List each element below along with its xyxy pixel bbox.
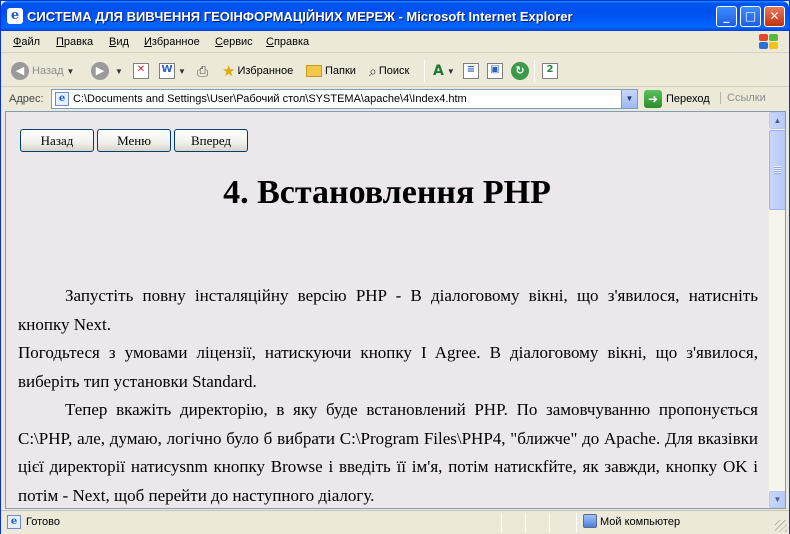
- paragraph: Запустіть повну інсталяційну версію PHP …: [18, 286, 758, 334]
- forward-button[interactable]: ▶ ▼: [91, 60, 123, 82]
- chevron-down-icon: ▼: [66, 66, 75, 76]
- search-icon: ⌕: [369, 62, 377, 79]
- page-menu-button[interactable]: Меню: [97, 129, 171, 152]
- ie-window: e СИСТЕМА ДЛЯ ВИВЧЕННЯ ГЕОІНФОРМАЦІЙНИХ …: [0, 0, 790, 534]
- search-button[interactable]: ⌕ Поиск: [369, 60, 409, 82]
- print-button[interactable]: ⎙: [197, 60, 208, 82]
- address-bar: Адрес: e C:\Documents and Settings\User\…: [1, 88, 789, 110]
- page-icon: e: [7, 515, 21, 529]
- folders-label: Папки: [325, 65, 356, 77]
- edit-page-button[interactable]: ≡: [463, 60, 479, 82]
- font-size-icon: A: [433, 63, 444, 79]
- page-icon: e: [55, 92, 69, 106]
- status-divider: [501, 513, 502, 532]
- window-icon: ▣: [487, 63, 503, 79]
- page-forward-button[interactable]: Вперед: [174, 129, 248, 152]
- go-label: Переход: [666, 93, 710, 105]
- forward-arrow-icon: ▶: [91, 62, 109, 80]
- my-computer-icon: [583, 514, 597, 528]
- close-button[interactable]: ✕: [764, 6, 785, 27]
- messenger-button[interactable]: 2: [542, 60, 558, 82]
- scroll-down-icon[interactable]: ▼: [769, 491, 785, 508]
- chevron-down-icon: ▼: [446, 66, 455, 76]
- messenger-icon: 2: [542, 63, 558, 79]
- ie-logo-icon: e: [7, 8, 23, 24]
- status-divider: [525, 513, 526, 532]
- status-divider: [576, 513, 577, 532]
- web-page: Назад Меню Вперед 4. Встановлення PHP За…: [6, 112, 768, 508]
- menu-help[interactable]: Справка: [266, 36, 309, 48]
- search-label: Поиск: [378, 65, 410, 77]
- paragraph: Тепер вкажіть директорію, в яку буде вст…: [18, 400, 758, 505]
- chevron-down-icon: ▼: [115, 66, 123, 76]
- folder-icon: [306, 65, 322, 77]
- folders-button[interactable]: Папки: [306, 60, 356, 82]
- page-title: 4. Встановлення PHP: [223, 174, 551, 211]
- windows-logo-icon: [755, 32, 781, 52]
- menu-bar: Файл Правка Вид Избранное Сервис Справка: [1, 31, 789, 53]
- back-arrow-icon: ◀: [11, 62, 29, 80]
- history-button[interactable]: ↻: [511, 60, 532, 82]
- stop-icon: ✕: [133, 63, 149, 79]
- page-back-button[interactable]: Назад: [20, 129, 94, 152]
- printer-icon: ⎙: [197, 62, 209, 79]
- encoding-button[interactable]: A ▼: [433, 60, 455, 82]
- page-body: Запустіть повну інсталяційну версію PHP …: [18, 282, 758, 508]
- menu-edit[interactable]: Правка: [56, 36, 93, 48]
- address-label: Адрес:: [9, 93, 44, 105]
- favorites-button[interactable]: ★ Избранное: [222, 60, 293, 82]
- vertical-scrollbar[interactable]: ▲ ▼: [768, 112, 785, 508]
- star-icon: ★: [222, 63, 236, 80]
- minimize-button[interactable]: _: [716, 6, 737, 27]
- links-button[interactable]: Ссылки: [720, 92, 766, 104]
- chevron-down-icon[interactable]: ▼: [621, 90, 637, 108]
- maximize-button[interactable]: □: [740, 6, 761, 27]
- window-title: СИСТЕМА ДЛЯ ВИВЧЕННЯ ГЕОІНФОРМАЦІЙНИХ МЕ…: [27, 9, 573, 24]
- scroll-thumb[interactable]: [769, 130, 785, 210]
- back-button[interactable]: ◀ Назад ▼: [11, 60, 74, 82]
- stop-button[interactable]: ✕: [133, 60, 149, 82]
- back-label: Назад: [32, 65, 64, 77]
- refresh-button[interactable]: W ▼: [159, 60, 186, 82]
- refresh-icon: W: [159, 63, 175, 79]
- menu-favorites[interactable]: Избранное: [144, 36, 200, 48]
- favorites-label: Избранное: [237, 65, 294, 77]
- window-button[interactable]: ▣: [487, 60, 503, 82]
- title-bar: e СИСТЕМА ДЛЯ ВИВЧЕННЯ ГЕОІНФОРМАЦІЙНИХ …: [1, 1, 789, 31]
- status-text: Готово: [26, 516, 60, 528]
- toolbar-separator: [424, 60, 425, 82]
- status-divider: [549, 513, 550, 532]
- history-icon: ↻: [511, 62, 529, 80]
- page-icon: ≡: [463, 63, 479, 79]
- menu-file[interactable]: Файл: [13, 36, 40, 48]
- content-viewport: Назад Меню Вперед 4. Встановлення PHP За…: [5, 111, 786, 509]
- menu-tools[interactable]: Сервис: [215, 36, 253, 48]
- go-button[interactable]: ➜ Переход: [644, 89, 710, 109]
- toolbar: ◀ Назад ▼ ▶ ▼ ✕ W ▼ ⎙ ★ Избранное Папки …: [1, 54, 789, 87]
- status-bar: e Готово Мой компьютер: [1, 510, 789, 534]
- toolbar-separator: [534, 60, 535, 82]
- paragraph: Погодьтеся з умовами ліцензії, натискуюч…: [18, 343, 758, 391]
- scroll-up-icon[interactable]: ▲: [769, 112, 785, 129]
- resize-grip[interactable]: [775, 520, 787, 532]
- menu-view[interactable]: Вид: [109, 36, 129, 48]
- address-url: C:\Documents and Settings\User\Рабочий с…: [73, 93, 467, 105]
- address-input[interactable]: e C:\Documents and Settings\User\Рабочий…: [51, 89, 638, 109]
- go-arrow-icon: ➜: [644, 90, 662, 108]
- security-zone: Мой компьютер: [600, 516, 681, 528]
- chevron-down-icon: ▼: [178, 66, 186, 76]
